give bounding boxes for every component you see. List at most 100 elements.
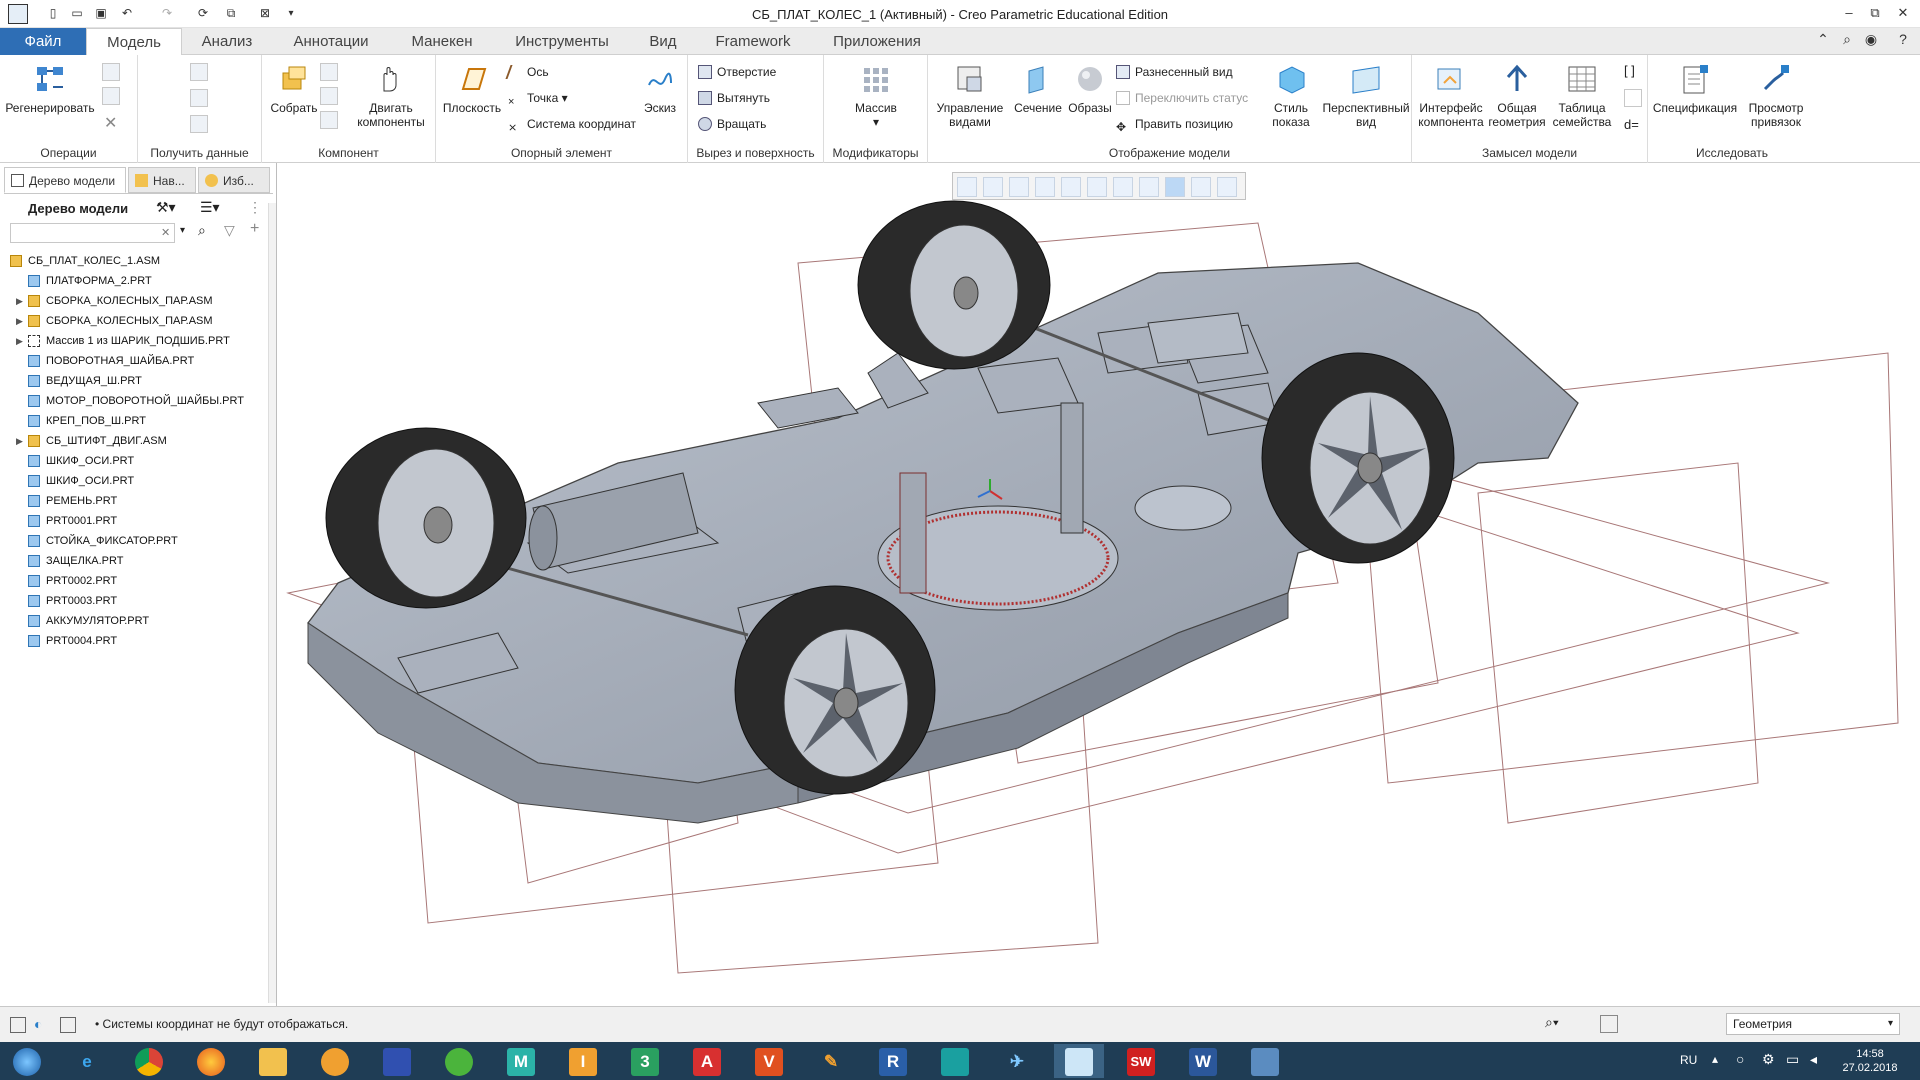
create-component-icon[interactable] (320, 63, 338, 81)
section-button[interactable]: Сечение (1010, 63, 1066, 115)
tab-navigator[interactable]: Нав... (128, 167, 196, 193)
extrude-button[interactable]: Вытянуть (698, 89, 770, 107)
sketch-button[interactable]: Эскиз (636, 63, 684, 115)
tree-filter-icon[interactable]: ⋮ (248, 199, 262, 216)
display-style-button[interactable]: Стиль показа (1260, 63, 1322, 129)
paste-icon[interactable] (102, 87, 120, 105)
component-interface-button[interactable]: Интерфейс компонента (1416, 63, 1486, 129)
tab-model-tree[interactable]: Дерево модели (4, 167, 126, 193)
shrinkwrap-icon[interactable] (190, 115, 208, 133)
ribbon-up-icon[interactable]: ⌃ (1812, 31, 1834, 51)
tree-item[interactable]: ВЕДУЩАЯ_Ш.PRT (6, 371, 271, 391)
search-dropdown-icon[interactable]: ▾ (180, 225, 185, 236)
pencil-app-icon[interactable]: ✎ (806, 1044, 856, 1078)
tree-settings-icon[interactable]: ⚒▾ (156, 199, 176, 216)
hole-button[interactable]: Отверстие (698, 63, 776, 81)
copy-geometry-icon[interactable] (190, 89, 208, 107)
shared-geometry-button[interactable]: Общая геометрия (1486, 63, 1548, 129)
tree-item[interactable]: ШКИФ_ОСИ.PRT (6, 471, 271, 491)
window-app-icon[interactable] (1240, 1044, 1290, 1078)
clock[interactable]: 14:58 27.02.2018 (1840, 1047, 1900, 1075)
repeat-icon[interactable] (320, 87, 338, 105)
word-icon[interactable]: W (1178, 1044, 1228, 1078)
zoom-out-icon[interactable] (1009, 177, 1029, 197)
find-icon[interactable]: ⌕ (198, 222, 206, 239)
spin-center-icon[interactable] (1061, 177, 1081, 197)
display-style-icon[interactable] (1087, 177, 1107, 197)
refit-icon[interactable] (957, 177, 977, 197)
tab-applications[interactable]: Приложения (810, 28, 944, 55)
vector-app-icon[interactable]: V (744, 1044, 794, 1078)
pattern-button[interactable]: Массив ▾ (832, 63, 920, 129)
point-button[interactable]: × Точка ▾ (508, 89, 568, 108)
coordinate-system-button[interactable]: ⨯ Система координат (508, 115, 636, 134)
drag-components-button[interactable]: Двигать компоненты (350, 63, 432, 129)
tree-item[interactable]: РЕМЕНЬ.PRT (6, 491, 271, 511)
chrome-icon[interactable] (124, 1044, 174, 1078)
expand-icon[interactable]: ▶ (16, 331, 23, 351)
search-icon[interactable]: ⌕ (1836, 31, 1858, 51)
datum-display-icon[interactable] (1165, 177, 1185, 197)
maximize-button[interactable]: ⧉ (1862, 3, 1888, 23)
tab-manikin[interactable]: Манекен (390, 28, 494, 55)
tree-item[interactable]: СТОЙКА_ФИКСАТОР.PRT (6, 531, 271, 551)
edit-position-button[interactable]: ✥ Править позицию (1116, 115, 1233, 134)
axis-button[interactable]: Ось (505, 63, 549, 81)
mathcad-icon[interactable]: M (496, 1044, 546, 1078)
tree-item[interactable]: ШКИФ_ОСИ.PRT (6, 451, 271, 471)
expand-icon[interactable]: ▶ (16, 291, 23, 311)
tree-item[interactable]: PRT0002.PRT (6, 571, 271, 591)
tree-item[interactable]: СБ_ПЛАТ_КОЛЕС_1.ASM (6, 251, 271, 271)
utorrent-icon[interactable] (434, 1044, 484, 1078)
user-defined-feature-icon[interactable] (190, 63, 208, 81)
binoculars-icon[interactable]: ⌕▾ (1545, 1014, 1559, 1031)
selection-icon[interactable] (1600, 1015, 1618, 1033)
minimize-button[interactable]: – (1836, 3, 1862, 23)
navigator-toggle-icon[interactable] (10, 1017, 26, 1033)
manage-views-button[interactable]: Управление видами (932, 63, 1008, 129)
3ds-max-icon[interactable] (930, 1044, 980, 1078)
tab-view[interactable]: Вид (630, 28, 696, 55)
tab-analysis[interactable]: Анализ (182, 28, 272, 55)
tab-annotations[interactable]: Аннотации (272, 28, 390, 55)
inventor-icon[interactable]: I (558, 1044, 608, 1078)
tree-item[interactable]: ПОВОРОТНАЯ_ШАЙБА.PRT (6, 351, 271, 371)
tree-item[interactable]: ▶ СБОРКА_КОЛЕСНЫХ_ПАР.ASM (6, 311, 271, 331)
media-player-icon[interactable] (310, 1044, 360, 1078)
volume-icon[interactable]: ◂ (1810, 1051, 1817, 1068)
full-screen-icon[interactable] (60, 1017, 76, 1033)
brackets-icon[interactable]: [ ] (1624, 63, 1635, 78)
tree-item[interactable]: МОТОР_ПОВОРОТНОЙ_ШАЙБЫ.PRT (6, 391, 271, 411)
tab-file[interactable]: Файл (0, 28, 86, 55)
repaint-icon[interactable] (1035, 177, 1055, 197)
zoom-in-icon[interactable] (983, 177, 1003, 197)
view-manager-icon[interactable] (1139, 177, 1159, 197)
toggle-status-button[interactable]: Переключить статус (1116, 89, 1248, 107)
revolve-button[interactable]: Вращать (698, 115, 766, 133)
file-explorer-icon[interactable] (248, 1044, 298, 1078)
tree-search-input[interactable] (10, 223, 175, 243)
tray-expand-icon[interactable]: ▴ (1712, 1052, 1718, 1066)
tree-item[interactable]: АККУМУЛЯТОР.PRT (6, 611, 271, 631)
expand-icon[interactable]: ▶ (16, 431, 23, 451)
ptc-icon[interactable]: ◉ (1860, 31, 1882, 51)
help-icon[interactable]: ? (1892, 31, 1914, 51)
close-button[interactable]: ✕ (1890, 3, 1916, 23)
tree-item[interactable]: PRT0003.PRT (6, 591, 271, 611)
tray-app-icon[interactable]: ○ (1736, 1051, 1744, 1067)
floppy-app-icon[interactable] (372, 1044, 422, 1078)
autocad-icon[interactable]: A (682, 1044, 732, 1078)
bill-of-materials-button[interactable]: Спецификация (1652, 63, 1738, 115)
expand-icon[interactable]: ▶ (16, 311, 23, 331)
tree-item[interactable]: ПЛАТФОРМА_2.PRT (6, 271, 271, 291)
exploded-view-button[interactable]: Разнесенный вид (1116, 63, 1233, 81)
family-table-button[interactable]: Таблица семейства (1550, 63, 1614, 129)
reference-viewer-button[interactable]: Просмотр привязок (1740, 63, 1812, 129)
tab-tools[interactable]: Инструменты (494, 28, 630, 55)
tab-framework[interactable]: Framework (696, 28, 810, 55)
parameters-icon[interactable]: d= (1624, 117, 1639, 132)
funnel-icon[interactable]: ▽ (224, 222, 235, 239)
solidworks-icon[interactable]: SW (1116, 1044, 1166, 1078)
saved-orientations-icon[interactable] (1113, 177, 1133, 197)
show-icon[interactable]: ☰▾ (200, 199, 220, 216)
